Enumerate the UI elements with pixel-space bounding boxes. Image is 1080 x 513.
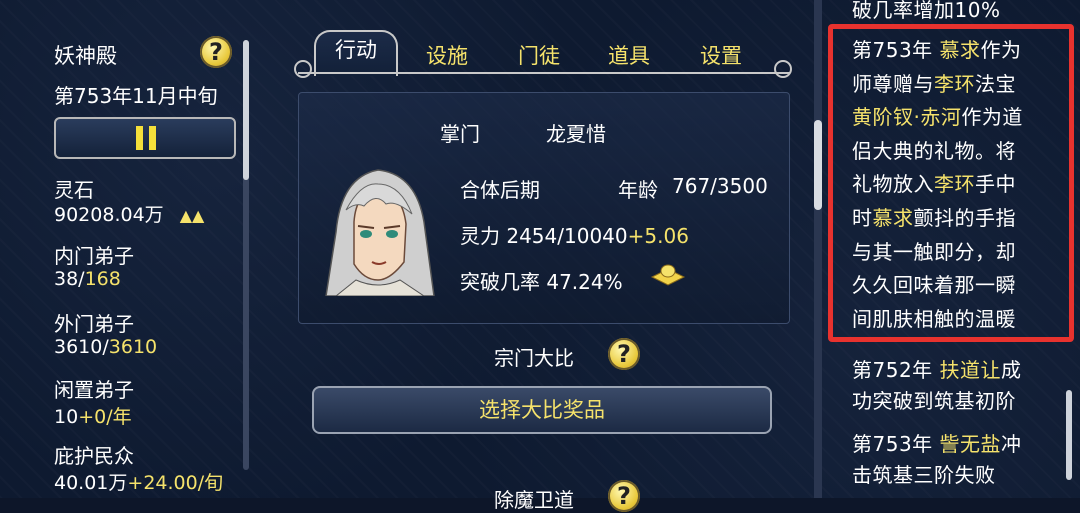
outer-disciples-value: 3610/3610 — [54, 336, 158, 358]
left-scrollbar[interactable] — [243, 40, 249, 470]
leader-portrait[interactable] — [316, 162, 440, 296]
spirit-stone-label: 灵石 — [54, 178, 94, 202]
current-date: 第753年11月中旬 — [54, 84, 218, 108]
outer-disciples-label: 外门弟子 — [54, 312, 134, 336]
contest-help-icon[interactable]: ? — [608, 338, 640, 370]
log-line: 击筑基三阶失败 — [852, 463, 996, 487]
main-panel: 行动 设施 门徒 道具 设置 掌门 龙夏惜 合体后期 年龄 767/3500 灵… — [262, 0, 802, 512]
age-label: 年龄 — [618, 178, 658, 202]
log-line: 功突破到筑基初阶 — [852, 389, 1016, 413]
log-scrollbar[interactable] — [1066, 390, 1072, 480]
sect-name: 妖神殿 — [54, 44, 117, 68]
age-value: 767/3500 — [672, 174, 768, 198]
tab-divider — [298, 72, 790, 74]
idle-disciples-value: 10+0/年 — [54, 406, 132, 428]
increase-arrows-icon: ▲▲ — [179, 206, 205, 225]
tab-action[interactable]: 行动 — [314, 30, 398, 76]
sect-status-panel: 妖神殿 ? 第753年11月中旬 灵石 90208.04万 ▲▲ 内门弟子 38… — [0, 0, 250, 498]
log-line: 第753年 訾无盐冲 — [852, 432, 1022, 456]
highlight-annotation — [828, 24, 1074, 342]
breakthrough-chance: 突破几率 47.24% — [460, 270, 623, 294]
demon-slaying-label: 除魔卫道 — [494, 488, 574, 512]
demon-slaying-help-icon[interactable]: ? — [608, 480, 640, 512]
protected-people-label: 庇护民众 — [54, 444, 134, 468]
breakthrough-boost-icon[interactable] — [650, 263, 686, 291]
idle-disciples-label: 闲置弟子 — [54, 378, 134, 402]
cultivation-realm: 合体后期 — [460, 178, 540, 202]
inner-disciples-value: 38/168 — [54, 268, 121, 290]
inner-disciples-label: 内门弟子 — [54, 244, 134, 268]
pause-icon — [136, 126, 143, 150]
sect-contest-label: 宗门大比 — [494, 346, 574, 370]
character-name: 扶道让 — [939, 358, 1002, 382]
character-name: 訾无盐 — [939, 432, 1002, 456]
log-line: 第752年 扶道让成 — [852, 358, 1022, 382]
leader-title-label: 掌门 — [440, 122, 480, 146]
log-cut-line: 破几率增加10% — [852, 0, 1001, 22]
tab-items[interactable]: 道具 — [594, 40, 664, 72]
spirit-power: 灵力 2454/10040+5.06 — [460, 224, 689, 248]
main-scrollbar[interactable] — [814, 0, 822, 498]
leader-name[interactable]: 龙夏惜 — [546, 118, 606, 147]
tab-facilities[interactable]: 设施 — [412, 40, 482, 72]
select-contest-reward-button[interactable]: 选择大比奖品 — [312, 386, 772, 434]
sect-help-icon[interactable]: ? — [200, 36, 232, 68]
spirit-stone-value: 90208.04万 ▲▲ — [54, 204, 205, 226]
tab-settings[interactable]: 设置 — [686, 40, 756, 72]
protected-people-value: 40.01万+24.00/旬 — [54, 472, 224, 494]
pause-button[interactable] — [54, 117, 236, 159]
tab-disciples[interactable]: 门徒 — [504, 40, 574, 72]
